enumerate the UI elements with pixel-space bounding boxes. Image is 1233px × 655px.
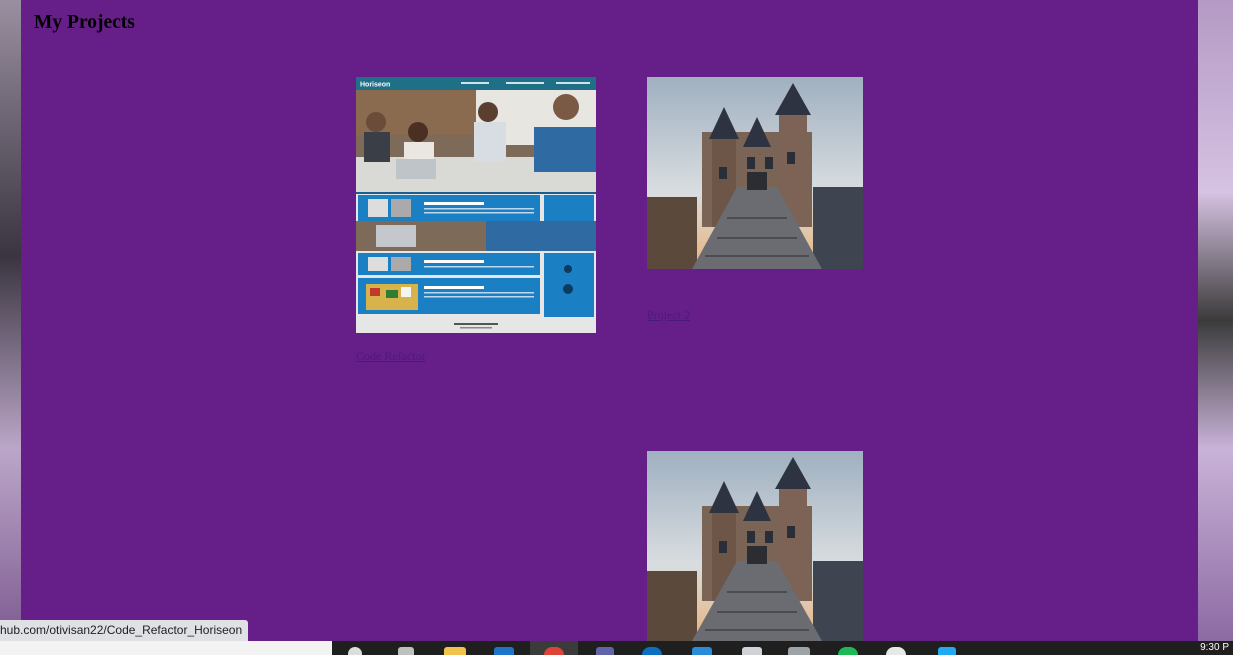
- app-circle-icon[interactable]: [886, 647, 906, 655]
- status-url: hub.com/otivisan22/Code_Refactor_Horiseo…: [0, 623, 243, 637]
- taskbar: 9:30 P: [0, 641, 1233, 655]
- taskbar-clock[interactable]: 9:30 P: [1200, 642, 1229, 653]
- taskbar-search[interactable]: [0, 641, 332, 655]
- project-1-link[interactable]: Code Refactor: [356, 349, 426, 364]
- portfolio-page: My Projects Horiseon Code Refactor Proje…: [21, 0, 1198, 641]
- project-2-link[interactable]: Project 2: [647, 308, 690, 323]
- search-icon[interactable]: [348, 647, 362, 655]
- desktop-background-left: [0, 0, 21, 641]
- store-icon[interactable]: [494, 647, 514, 655]
- app-icon[interactable]: [692, 647, 712, 655]
- link-status-bar: hub.com/otivisan22/Code_Refactor_Horiseo…: [0, 620, 249, 641]
- project-1-image[interactable]: Horiseon: [356, 77, 596, 333]
- chrome-icon[interactable]: [544, 647, 564, 655]
- notepad-icon[interactable]: [742, 647, 762, 655]
- desktop-background-right: [1198, 0, 1233, 641]
- file-explorer-icon[interactable]: [444, 647, 466, 655]
- edge-icon[interactable]: [642, 647, 662, 655]
- page-title: My Projects: [34, 12, 135, 33]
- project-3-image[interactable]: [647, 451, 863, 641]
- project-2-image[interactable]: [647, 77, 863, 269]
- vscode-icon[interactable]: [938, 647, 956, 655]
- horiseon-logo: Horiseon: [360, 82, 390, 89]
- spotify-icon[interactable]: [838, 647, 858, 655]
- task-view-icon[interactable]: [398, 647, 414, 655]
- window-icon[interactable]: [788, 647, 810, 655]
- teams-icon[interactable]: [596, 647, 614, 655]
